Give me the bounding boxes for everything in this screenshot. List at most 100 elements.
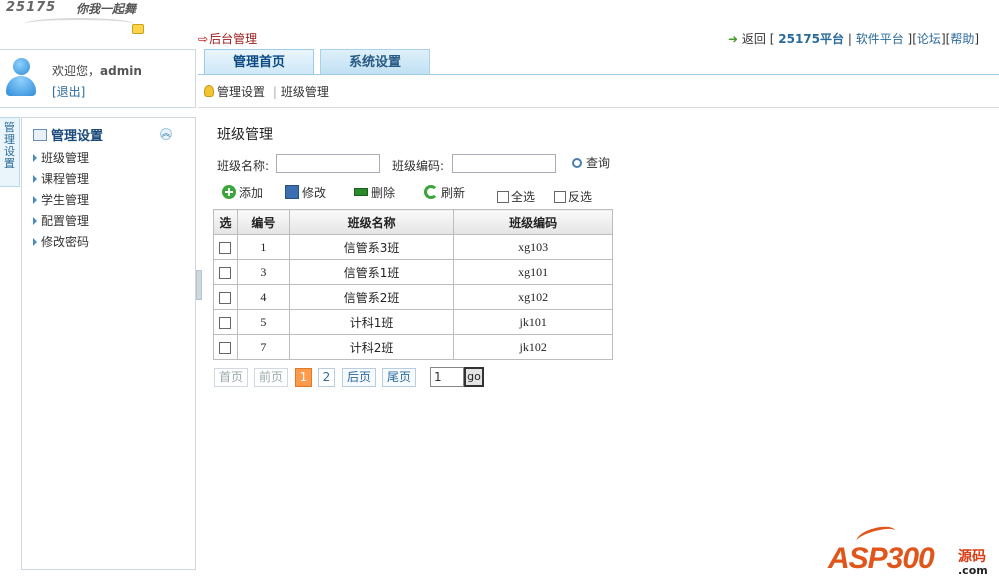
row-checkbox[interactable] bbox=[219, 316, 232, 329]
cell-id: 1 bbox=[236, 234, 290, 260]
last-page-button[interactable]: 尾页 bbox=[382, 368, 416, 387]
row-checkbox-cell bbox=[213, 284, 238, 310]
class-table: 选 编号 班级名称 班级编码 1 信管系3班 xg103 3 信管系1班 xg1… bbox=[213, 209, 613, 360]
next-page-button[interactable]: 后页 bbox=[342, 368, 376, 387]
logout-link[interactable]: [退出] bbox=[52, 83, 85, 100]
cell-class-code: xg102 bbox=[453, 284, 613, 310]
welcome-text: 欢迎您，admin bbox=[52, 62, 142, 79]
cell-id: 4 bbox=[236, 284, 290, 310]
refresh-button[interactable]: 刷新 bbox=[424, 184, 465, 201]
invert-selection-label: 反选 bbox=[568, 190, 593, 204]
link-help[interactable]: 帮助 bbox=[950, 32, 974, 46]
sidebar-item-change-password[interactable]: 修改密码 bbox=[33, 233, 89, 250]
row-checkbox-cell bbox=[213, 334, 238, 360]
breadcrumb-section[interactable]: 管理设置 bbox=[217, 85, 265, 99]
breadcrumb-page[interactable]: 班级管理 bbox=[281, 85, 329, 99]
logo-swoosh bbox=[24, 18, 134, 30]
sidebar-header-label: 管理设置 bbox=[51, 129, 104, 144]
row-checkbox[interactable] bbox=[219, 341, 232, 354]
triangle-right-icon bbox=[33, 154, 37, 162]
watermark-logo: ASP300 源码 .com bbox=[828, 523, 998, 579]
cell-class-name: 计科1班 bbox=[288, 309, 455, 335]
cell-class-code: xg101 bbox=[453, 259, 613, 285]
breadcrumb-separator: | bbox=[272, 85, 277, 99]
page-1-button[interactable]: 1 bbox=[295, 368, 312, 387]
select-all-checkbox[interactable]: 全选 bbox=[497, 188, 535, 205]
link-25175-platform[interactable]: 25175平台 bbox=[778, 32, 844, 46]
back-link[interactable]: 返回 bbox=[742, 32, 766, 46]
column-header-class-code[interactable]: 班级编码 bbox=[453, 209, 613, 235]
cell-id: 5 bbox=[236, 309, 290, 335]
delete-button[interactable]: 删除 bbox=[354, 184, 395, 201]
tab-admin-home[interactable]: 管理首页 bbox=[204, 49, 314, 75]
backend-link[interactable]: ⇨后台管理 bbox=[198, 30, 257, 47]
collapse-icon[interactable]: ︽ bbox=[160, 128, 172, 140]
floppy-disk-icon bbox=[285, 185, 299, 199]
query-button[interactable]: 查询 bbox=[572, 154, 610, 171]
edit-button[interactable]: 修改 bbox=[285, 184, 326, 201]
link-software-platform[interactable]: 软件平台 bbox=[856, 32, 904, 46]
refresh-icon bbox=[424, 185, 438, 199]
sidebar-header[interactable]: 管理设置 bbox=[33, 125, 103, 144]
add-icon bbox=[222, 185, 236, 199]
triangle-right-icon bbox=[33, 238, 37, 246]
edit-button-label: 修改 bbox=[302, 186, 327, 200]
triangle-right-icon bbox=[33, 175, 37, 183]
sidebar-item-class-management[interactable]: 班级管理 bbox=[33, 149, 89, 166]
first-page-button[interactable]: 首页 bbox=[214, 368, 248, 387]
add-button[interactable]: 添加 bbox=[222, 184, 263, 201]
search-icon bbox=[572, 158, 582, 168]
page-2-button[interactable]: 2 bbox=[318, 368, 335, 387]
sidebar-item-label: 配置管理 bbox=[41, 214, 90, 228]
cell-class-code: xg103 bbox=[453, 234, 613, 260]
tab-system-settings[interactable]: 系统设置 bbox=[320, 49, 430, 75]
cell-class-code: jk102 bbox=[453, 334, 613, 360]
avatar-body bbox=[6, 76, 36, 96]
prev-page-button[interactable]: 前页 bbox=[254, 368, 288, 387]
arrow-right-icon: ⇨ bbox=[198, 32, 209, 46]
table-header-row: 选 编号 班级名称 班级编码 bbox=[213, 209, 613, 235]
table-row[interactable]: 4 信管系2班 xg102 bbox=[213, 284, 613, 310]
triangle-right-icon bbox=[33, 196, 37, 204]
invert-selection-checkbox[interactable]: 反选 bbox=[554, 188, 592, 205]
class-name-input[interactable] bbox=[276, 154, 380, 173]
avatar-head bbox=[13, 58, 30, 75]
link-forum[interactable]: 论坛 bbox=[917, 32, 941, 46]
row-checkbox[interactable] bbox=[219, 266, 232, 279]
page-number-input[interactable]: 1 bbox=[430, 367, 464, 387]
sidebar-item-label: 班级管理 bbox=[41, 151, 90, 165]
minus-icon bbox=[354, 188, 368, 196]
sidebar-vertical-tab[interactable]: 管理设置 bbox=[0, 117, 20, 187]
edit-document-icon bbox=[33, 129, 47, 141]
sidebar-vertical-tab-label: 管理设置 bbox=[4, 121, 15, 170]
row-checkbox[interactable] bbox=[219, 291, 232, 304]
sidebar-item-label: 学生管理 bbox=[41, 193, 90, 207]
checkbox bbox=[554, 191, 566, 203]
tab-bar: 管理首页 系统设置 bbox=[198, 49, 999, 75]
lightbulb-icon bbox=[204, 85, 214, 97]
go-button[interactable]: go bbox=[464, 367, 484, 387]
backend-link-label: 后台管理 bbox=[209, 32, 258, 46]
class-name-label: 班级名称: bbox=[217, 159, 270, 173]
table-row[interactable]: 7 计科2班 jk102 bbox=[213, 334, 613, 360]
watermark-tag: 源码 bbox=[958, 549, 986, 565]
column-header-class-name[interactable]: 班级名称 bbox=[288, 209, 455, 235]
watermark-brand: ASP300 bbox=[828, 542, 935, 575]
column-header-id[interactable]: 编号 bbox=[236, 209, 290, 235]
sidebar-item-config-management[interactable]: 配置管理 bbox=[33, 212, 89, 229]
class-code-label: 班级编码: bbox=[392, 159, 445, 173]
table-row[interactable]: 5 计科1班 jk101 bbox=[213, 309, 613, 335]
refresh-button-label: 刷新 bbox=[441, 186, 466, 200]
sidebar-item-label: 修改密码 bbox=[41, 235, 90, 249]
page-title: 班级管理 bbox=[217, 127, 273, 143]
sidebar-item-course-management[interactable]: 课程管理 bbox=[33, 170, 89, 187]
sidebar-item-student-management[interactable]: 学生管理 bbox=[33, 191, 89, 208]
watermark-domain: .com bbox=[958, 564, 988, 577]
add-button-label: 添加 bbox=[239, 186, 264, 200]
cell-id: 3 bbox=[236, 259, 290, 285]
sidebar-splitter-handle[interactable] bbox=[196, 270, 202, 300]
table-row[interactable]: 1 信管系3班 xg103 bbox=[213, 234, 613, 260]
row-checkbox[interactable] bbox=[219, 241, 232, 254]
class-code-input[interactable] bbox=[452, 154, 556, 173]
table-row[interactable]: 3 信管系1班 xg101 bbox=[213, 259, 613, 285]
